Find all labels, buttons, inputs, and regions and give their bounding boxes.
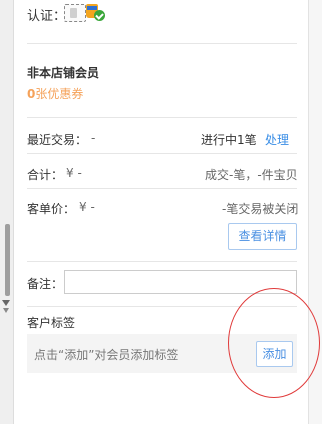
recent-trade-value: - (91, 131, 96, 145)
scrollbar-thumb[interactable] (5, 224, 10, 296)
verified-check-icon (94, 10, 105, 21)
recent-trade-label: 最近交易： (27, 133, 88, 147)
avg-price-value: ¥ - (79, 200, 95, 214)
divider (27, 261, 297, 262)
divider (27, 117, 297, 118)
scroll-end-arrow-icon[interactable] (3, 308, 9, 313)
total-value: ¥ - (66, 166, 82, 180)
annotation-circle (228, 288, 320, 398)
divider (27, 153, 297, 154)
auth-label: 认证： (27, 9, 67, 24)
left-gutter (0, 0, 13, 424)
tag-hint: 点击“添加”对会员添加标签 (34, 348, 179, 362)
coupon-suffix: 张优惠券 (35, 87, 84, 101)
in-progress-count: 进行中1笔 (201, 133, 257, 147)
total-label: 合计： (27, 168, 64, 182)
id-card-icon (64, 4, 86, 22)
auth-badges (64, 3, 106, 23)
view-details-button[interactable]: 查看详情 (228, 223, 297, 250)
scroll-down-arrow-icon[interactable] (2, 300, 10, 306)
member-status: 非本店铺会员 (27, 66, 100, 80)
total-detail: 成交-笔，-件宝贝 (205, 168, 298, 182)
scrollbar[interactable] (2, 224, 11, 314)
customer-tags-title: 客户标签 (27, 316, 76, 330)
remark-label: 备注： (27, 277, 64, 291)
handle-link[interactable]: 处理 (265, 131, 289, 148)
closed-trades: -笔交易被关闭 (222, 202, 299, 216)
divider (27, 43, 297, 44)
coupon-info: 0张优惠券 (27, 85, 83, 102)
panel-border (13, 0, 14, 424)
divider (27, 188, 297, 189)
avg-price-label: 客单价： (27, 202, 76, 216)
